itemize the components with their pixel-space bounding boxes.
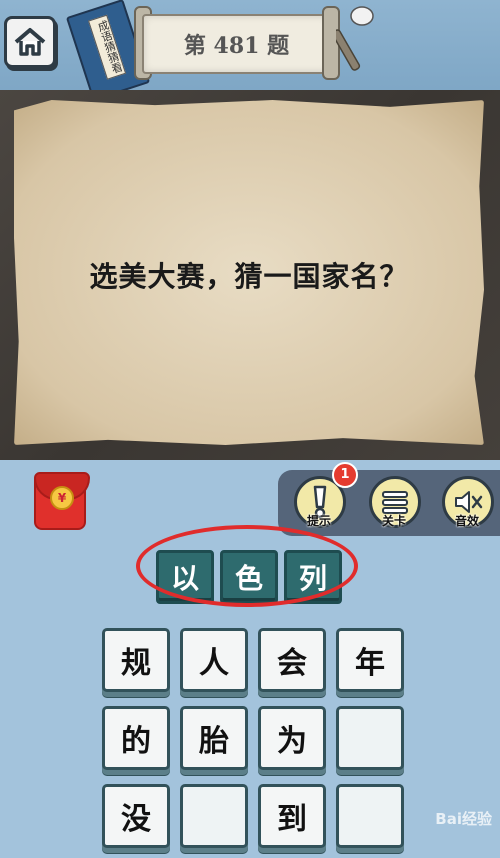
candidate-tile[interactable]: 为 [258, 706, 326, 770]
yuan-coin-icon: ¥ [50, 486, 74, 510]
candidate-tile[interactable]: 的 [102, 706, 170, 770]
brush-icon [336, 6, 374, 71]
candidate-tile-empty[interactable] [180, 784, 248, 848]
home-icon [14, 28, 46, 56]
home-button[interactable] [4, 16, 56, 68]
book-label: 成语猜猜看 [87, 14, 127, 80]
candidate-tile[interactable]: 胎 [180, 706, 248, 770]
red-packet-button[interactable]: ¥ [34, 472, 90, 530]
candidate-tile-empty[interactable] [336, 706, 404, 770]
highlight-circle [136, 525, 358, 607]
hint-count-badge: 1 [332, 462, 358, 488]
level-title: 第 481 题 [183, 33, 290, 59]
sound-label: 音效 [454, 514, 479, 528]
candidate-tile[interactable]: 人 [180, 628, 248, 692]
candidate-tile[interactable]: 到 [258, 784, 326, 848]
candidate-tile[interactable]: 规 [102, 628, 170, 692]
hint-label: 提示 [306, 514, 331, 528]
level-scroll: 第 481 题 [142, 14, 331, 74]
candidate-tile[interactable]: 会 [258, 628, 326, 692]
levels-label: 关卡 [381, 514, 406, 528]
question-text: 选美大赛，猜一国家名？ [89, 260, 409, 293]
candidate-tile[interactable]: 年 [336, 628, 404, 692]
candidate-tile[interactable]: 没 [102, 784, 170, 848]
watermark: Bai经验 [435, 809, 492, 828]
